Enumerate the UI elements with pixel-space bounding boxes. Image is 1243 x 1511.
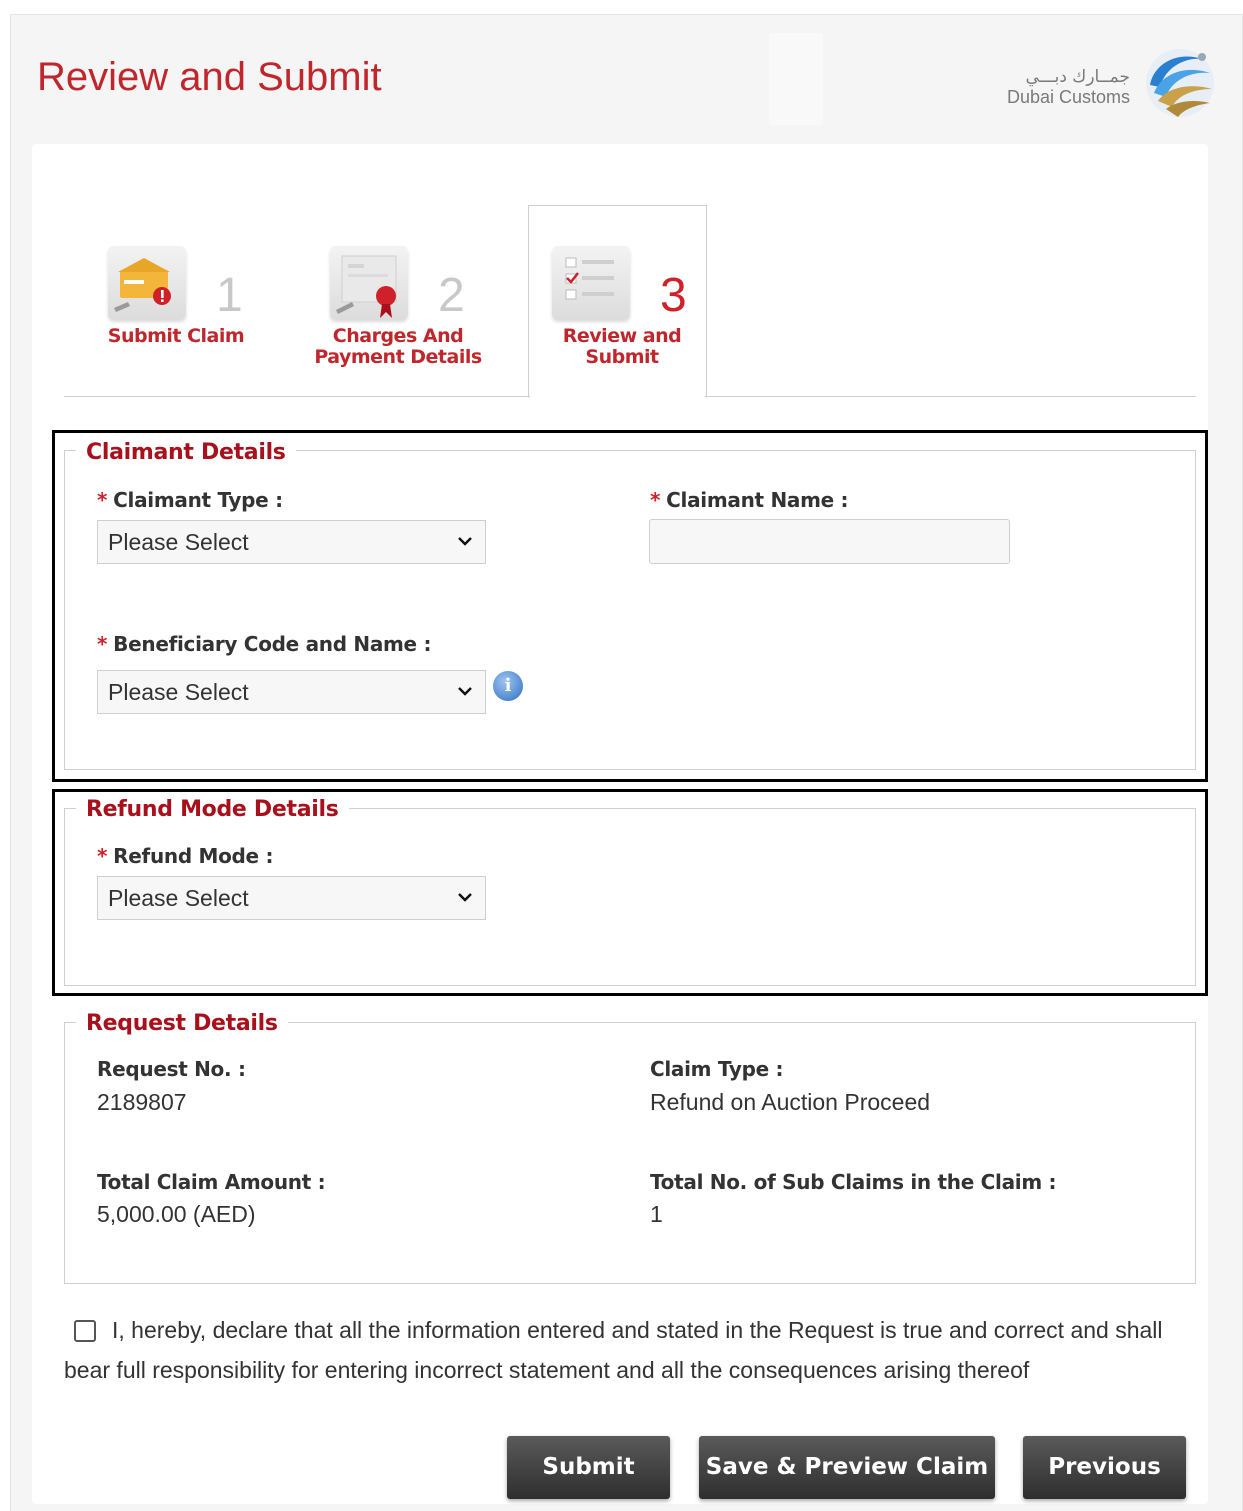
- refund-mode-legend: Refund Mode Details: [76, 797, 349, 822]
- claimant-type-select[interactable]: Please Select: [97, 520, 486, 564]
- refund-mode-value: Please Select: [108, 885, 249, 911]
- checklist-icon: [552, 246, 630, 320]
- dubai-customs-logo-icon: [1146, 49, 1214, 117]
- claim-type-value: Refund on Auction Proceed: [650, 1089, 931, 1115]
- step-3-label: Review and Submit: [562, 325, 682, 368]
- request-no-value: 2189807: [97, 1089, 187, 1115]
- declaration-text: I, hereby, declare that all the informat…: [64, 1317, 1163, 1383]
- claimant-type-label: * Claimant Type :: [97, 488, 283, 512]
- info-icon[interactable]: i: [493, 671, 523, 701]
- total-claim-amount-label: Total Claim Amount :: [97, 1170, 326, 1194]
- save-preview-claim-button[interactable]: Save & Preview Claim: [699, 1436, 995, 1499]
- active-tab-gap: [530, 396, 705, 398]
- claimant-details-highlight: [52, 430, 1208, 782]
- chevron-down-icon: [458, 537, 472, 546]
- page-title: Review and Submit: [37, 55, 382, 99]
- claim-type-label: Claim Type :: [650, 1057, 784, 1081]
- claimant-details-legend: Claimant Details: [76, 440, 296, 465]
- beneficiary-select[interactable]: Please Select: [97, 670, 486, 714]
- step-1-number: 1: [216, 269, 243, 322]
- step-2-number: 2: [438, 269, 465, 322]
- step-1-label: Submit Claim: [107, 325, 245, 347]
- claim-folder-icon: [108, 246, 186, 320]
- beneficiary-value: Please Select: [108, 679, 249, 705]
- total-claim-amount-value: 5,000.00 (AED): [97, 1201, 256, 1227]
- sub-claims-value: 1: [650, 1201, 663, 1227]
- claimant-name-input[interactable]: [649, 519, 1010, 564]
- claimant-type-value: Please Select: [108, 529, 249, 555]
- dubai-customs-logo-text: جمــارك دبـــي Dubai Customs: [1007, 67, 1130, 108]
- request-no-label: Request No. :: [97, 1057, 246, 1081]
- sub-claims-label: Total No. of Sub Claims in the Claim :: [650, 1170, 1057, 1194]
- step-2-label: Charges And Payment Details: [314, 325, 482, 368]
- beneficiary-label: * Beneficiary Code and Name :: [97, 632, 432, 656]
- logo-english-text: Dubai Customs: [1006, 87, 1130, 107]
- refund-mode-label: * Refund Mode :: [97, 844, 274, 868]
- submit-button[interactable]: Submit: [507, 1436, 670, 1499]
- payment-seal-icon: [330, 246, 408, 320]
- chevron-down-icon: [458, 893, 472, 902]
- step-3-number: 3: [660, 269, 687, 322]
- request-details-legend: Request Details: [76, 1011, 288, 1036]
- declaration-checkbox[interactable]: [74, 1320, 96, 1342]
- logo-arabic-text: جمــارك دبـــي: [1025, 67, 1130, 87]
- page-header: Review and Submit جمــارك دبـــي Dubai C…: [11, 15, 1242, 139]
- previous-button[interactable]: Previous: [1023, 1436, 1186, 1499]
- refund-mode-select[interactable]: Please Select: [97, 876, 486, 920]
- claimant-name-label: * Claimant Name :: [650, 488, 849, 512]
- chevron-down-icon: [458, 687, 472, 696]
- header-decoration: [769, 33, 823, 125]
